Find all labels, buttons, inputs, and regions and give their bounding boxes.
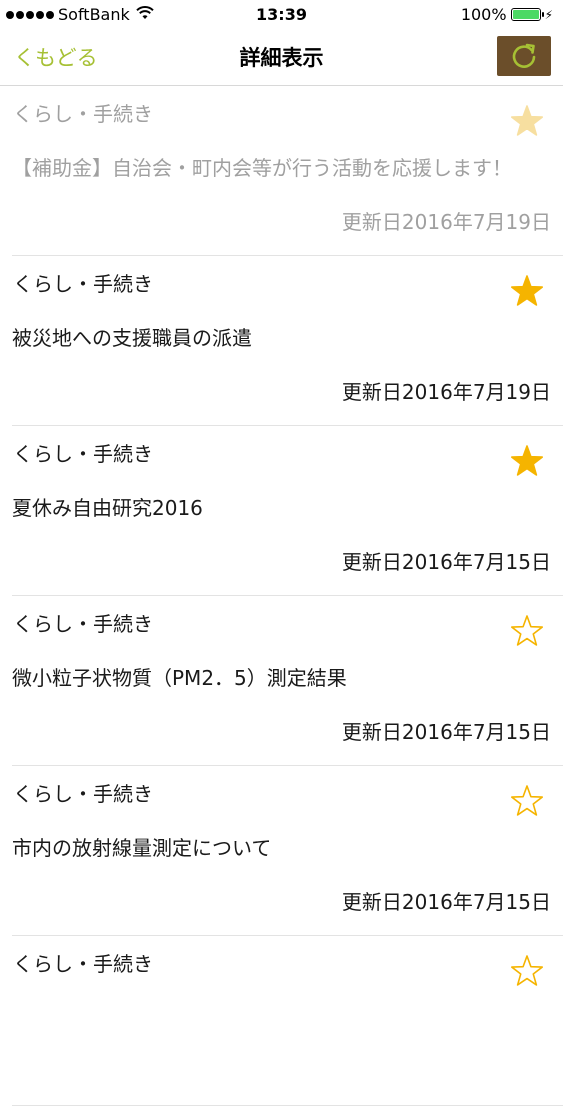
item-update-date: 更新日2016年7月15日: [341, 550, 551, 574]
item-category: くらし・手続き: [13, 782, 153, 806]
item-update-date: 更新日2016年7月15日: [341, 890, 551, 914]
status-right: 100% ⚡: [461, 5, 553, 24]
battery-icon: [510, 8, 544, 21]
item-category: くらし・手続き: [13, 442, 153, 466]
list-item[interactable]: くらし・手続き 被災地への支援職員の派遣 更新日2016年7月19日: [12, 256, 563, 426]
navigation-bar: くもどる 詳細表示: [0, 30, 563, 86]
charging-icon: ⚡: [544, 7, 553, 22]
refresh-icon: [512, 43, 536, 68]
star-outline-icon[interactable]: [510, 614, 544, 648]
list-item[interactable]: くらし・手続き 微小粒子状物質（PM2．5）測定結果 更新日2016年7月15日: [12, 596, 563, 766]
item-update-date: 更新日2016年7月19日: [341, 210, 551, 234]
star-filled-icon[interactable]: [510, 104, 544, 138]
status-bar: SoftBank 13:39 100% ⚡: [0, 0, 563, 30]
item-title: 夏休み自由研究2016: [12, 496, 203, 520]
star-filled-icon[interactable]: [510, 444, 544, 478]
battery-percent: 100%: [460, 5, 507, 24]
refresh-button[interactable]: [497, 36, 551, 76]
item-update-date: 更新日2016年7月19日: [341, 380, 551, 404]
item-title: 【補助金】自治会・町内会等が行う活動を応援します！: [12, 156, 512, 180]
list-item[interactable]: くらし・手続き: [12, 936, 563, 1106]
item-category: くらし・手続き: [13, 272, 153, 296]
article-list: くらし・手続き 【補助金】自治会・町内会等が行う活動を応援します！ 更新日201…: [0, 86, 563, 1106]
star-outline-icon[interactable]: [510, 784, 544, 818]
item-category: くらし・手続き: [13, 102, 153, 126]
star-filled-icon[interactable]: [510, 274, 544, 308]
page-title: 詳細表示: [239, 46, 324, 70]
star-outline-icon[interactable]: [510, 954, 544, 988]
list-item[interactable]: くらし・手続き 市内の放射線量測定について 更新日2016年7月15日: [12, 766, 563, 936]
item-update-date: 更新日2016年7月15日: [341, 720, 551, 744]
item-category: くらし・手続き: [13, 952, 153, 976]
item-category: くらし・手続き: [13, 612, 153, 636]
item-title: 市内の放射線量測定について: [12, 836, 272, 860]
list-item[interactable]: くらし・手続き 【補助金】自治会・町内会等が行う活動を応援します！ 更新日201…: [12, 86, 563, 256]
list-item[interactable]: くらし・手続き 夏休み自由研究2016 更新日2016年7月15日: [12, 426, 563, 596]
item-title: 微小粒子状物質（PM2．5）測定結果: [12, 666, 347, 690]
item-title: 被災地への支援職員の派遣: [12, 326, 252, 350]
